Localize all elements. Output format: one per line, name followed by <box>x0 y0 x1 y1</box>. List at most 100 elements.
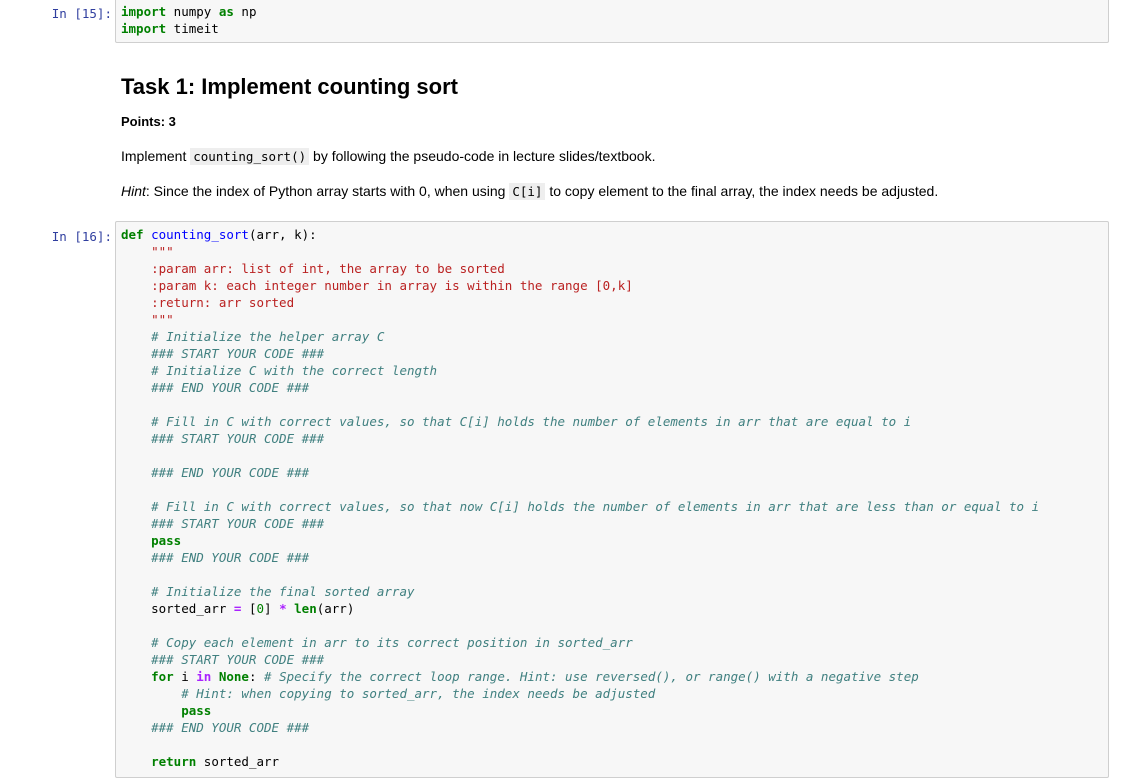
code-token: pass <box>121 533 182 548</box>
code-line: :return: arr sorted <box>121 294 1108 311</box>
code-content[interactable]: import numpy as np import timeit <box>116 0 1108 37</box>
code-token: return <box>151 754 197 769</box>
code-line: # Initialize C with the correct length <box>121 362 1108 379</box>
code-token: # Specify the correct loop range. Hint: … <box>264 669 919 684</box>
code-token: # Initialize the helper array C <box>121 329 385 344</box>
code-line: :param arr: list of int, the array to be… <box>121 260 1108 277</box>
code-token: i <box>173 669 197 684</box>
code-line: pass <box>121 702 1108 719</box>
code-token: for <box>151 669 174 684</box>
points-line: Points: 3 <box>121 114 1111 129</box>
code-token: :param k: each integer number in array i… <box>121 278 633 293</box>
code-token: (arr, k): <box>248 227 317 242</box>
code-line: import numpy as np <box>121 3 1108 20</box>
code-line: def counting_sort(arr, k): <box>121 226 1108 243</box>
inline-code-function: counting_sort() <box>190 148 310 165</box>
code-token: numpy <box>166 4 219 19</box>
code-line: ### END YOUR CODE ### <box>121 464 1108 481</box>
code-token: import <box>121 21 167 36</box>
code-line: for i in None: # Specify the correct loo… <box>121 668 1108 685</box>
code-token: # Initialize C with the correct length <box>121 363 438 378</box>
code-token: sorted_arr <box>196 754 280 769</box>
instruction-text: Implement <box>121 148 191 164</box>
code-token: ### START YOUR CODE ### <box>121 346 325 361</box>
code-line: """ <box>121 311 1108 328</box>
code-token: ### END YOUR CODE ### <box>121 550 310 565</box>
code-token: def <box>121 227 144 242</box>
code-token: ### END YOUR CODE ### <box>121 720 310 735</box>
code-token: sorted_arr <box>121 601 234 616</box>
code-token: : <box>248 669 265 684</box>
instruction-paragraph: Implement counting_sort() by following t… <box>121 148 1111 165</box>
code-token: ### START YOUR CODE ### <box>121 431 325 446</box>
code-editor[interactable]: import numpy as np import timeit <box>115 0 1109 43</box>
code-token: # Copy each element in arr to its correc… <box>121 635 633 650</box>
code-token: # Initialize the final sorted array <box>121 584 415 599</box>
code-token: import <box>121 4 167 19</box>
hint-label: Hint <box>121 183 146 199</box>
code-token: pass <box>121 703 212 718</box>
code-line: ### END YOUR CODE ### <box>121 379 1108 396</box>
task-title: Task 1: Implement counting sort <box>121 74 458 99</box>
instruction-text-end: by following the pseudo-code in lecture … <box>309 148 656 164</box>
cell-prompt: In [15]: <box>51 6 112 21</box>
code-token: len <box>294 601 317 616</box>
code-editor[interactable]: def counting_sort(arr, k): """ :param ar… <box>115 221 1109 778</box>
code-line: ### START YOUR CODE ### <box>121 651 1108 668</box>
hint-text: : Since the index of Python array starts… <box>145 183 510 199</box>
code-token: (arr) <box>316 601 355 616</box>
code-token: as <box>218 4 234 19</box>
code-line: """ <box>121 243 1108 260</box>
code-line: # Initialize the final sorted array <box>121 583 1108 600</box>
code-line: return sorted_arr <box>121 753 1108 770</box>
code-line: sorted_arr = [0] * len(arr) <box>121 600 1108 617</box>
code-token: # Fill in C with correct values, so that… <box>121 414 912 429</box>
code-line: # Hint: when copying to sorted_arr, the … <box>121 685 1108 702</box>
code-token: counting_sort <box>151 227 249 242</box>
code-line: ### START YOUR CODE ### <box>121 345 1108 362</box>
code-token: [ <box>241 601 257 616</box>
code-token: ### END YOUR CODE ### <box>121 380 310 395</box>
points-text: Points: 3 <box>121 114 176 129</box>
code-token: """ <box>121 244 174 259</box>
code-token: * <box>279 601 287 616</box>
code-token: np <box>233 4 257 19</box>
code-token: ### START YOUR CODE ### <box>121 516 325 531</box>
code-line: pass <box>121 532 1108 549</box>
code-line: import timeit <box>121 20 1108 37</box>
code-line: # Initialize the helper array C <box>121 328 1108 345</box>
code-token: timeit <box>166 21 219 36</box>
code-token: """ <box>121 312 174 327</box>
code-token: ] <box>264 601 280 616</box>
code-content[interactable]: def counting_sort(arr, k): """ :param ar… <box>116 222 1108 770</box>
code-line: ### START YOUR CODE ### <box>121 430 1108 447</box>
code-token: # Fill in C with correct values, so that… <box>121 499 1040 514</box>
code-token: None <box>218 669 249 684</box>
code-line: # Fill in C with correct values, so that… <box>121 413 1108 430</box>
hint-text-end: to copy element to the final array, the … <box>545 183 939 199</box>
code-token: ### START YOUR CODE ### <box>121 652 325 667</box>
code-line: ### START YOUR CODE ### <box>121 515 1108 532</box>
code-token: 0 <box>256 601 265 616</box>
code-token: in <box>196 669 212 684</box>
inline-code-index: C[i] <box>509 183 546 200</box>
code-token: ### END YOUR CODE ### <box>121 465 310 480</box>
code-line: ### END YOUR CODE ### <box>121 549 1108 566</box>
code-token: :return: arr sorted <box>121 295 295 310</box>
code-line: # Fill in C with correct values, so that… <box>121 498 1108 515</box>
code-line: :param k: each integer number in array i… <box>121 277 1108 294</box>
code-line: ### END YOUR CODE ### <box>121 719 1108 736</box>
code-token: :param arr: list of int, the array to be… <box>121 261 505 276</box>
hint-paragraph: Hint: Since the index of Python array st… <box>121 183 1111 200</box>
code-token: # Hint: when copying to sorted_arr, the … <box>121 686 656 701</box>
